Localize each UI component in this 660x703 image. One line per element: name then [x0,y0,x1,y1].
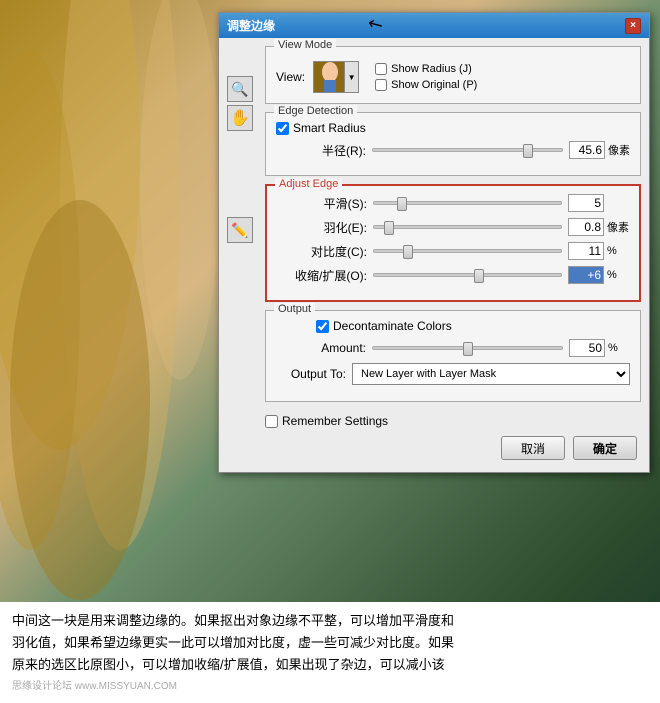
adjust-edge-dialog: 调整边缘 × 🔍 ✋ ✏️ View Mode View: [218,12,650,473]
show-original-row: Show Original (P) [375,79,477,91]
decontaminate-row: Decontaminate Colors [276,319,630,333]
smooth-value[interactable]: 5 [568,194,604,212]
view-mode-row: View: ▼ [276,61,630,93]
radius-label: 半径(R): [276,142,366,159]
bottom-text-line3: 原来的选区比原图小，可以增加收缩/扩展值，如果出现了杂边，可以减小该 [12,657,445,672]
feather-label: 羽化(E): [277,219,367,236]
amount-value[interactable]: 50 [569,339,605,357]
feather-thumb[interactable] [384,221,394,235]
close-button[interactable]: × [625,18,641,34]
contrast-thumb[interactable] [403,245,413,259]
watermark: 思缘设计论坛 www.MISSYUAN.COM [12,678,648,695]
amount-row: Amount: 50 % [276,339,630,357]
dialog-title: 调整边缘 [227,17,275,34]
contrast-row: 对比度(C): 11 % [277,242,629,260]
smooth-thumb[interactable] [397,197,407,211]
contrast-unit: % [607,245,629,257]
output-section: Output Decontaminate Colors Amount: 50 % [265,310,641,402]
smooth-slider[interactable] [373,201,562,205]
view-thumbnail[interactable] [313,61,345,93]
remember-settings-checkbox[interactable] [265,415,278,428]
show-original-checkbox[interactable] [375,79,387,91]
edge-detection-label: Edge Detection [274,105,357,117]
view-mode-label: View Mode [274,39,336,51]
output-to-label: Output To: [276,367,346,381]
output-to-select[interactable]: New Layer with Layer Mask Selection Laye… [352,363,630,385]
radius-value[interactable]: 45.6 [569,141,605,159]
decontaminate-checkbox[interactable] [316,320,329,333]
expand-value[interactable]: +6 [568,266,604,284]
edge-brush-tool[interactable]: ✏️ [227,217,253,243]
show-radius-label: Show Radius (J) [391,63,472,75]
adjust-edge-label: Adjust Edge [275,178,342,190]
expand-slider[interactable] [373,273,562,277]
smart-radius-label: Smart Radius [293,121,366,135]
smooth-label: 平滑(S): [277,195,367,212]
amount-label: Amount: [276,341,366,355]
amount-slider[interactable] [372,346,563,350]
radius-slider[interactable] [372,148,563,152]
dialog-titlebar: 调整边缘 × [219,13,649,38]
thumbnail-preview [314,62,345,93]
show-original-label: Show Original (P) [391,79,477,91]
output-label: Output [274,303,315,315]
feather-unit: 像素 [607,219,629,235]
feather-row: 羽化(E): 0.8 像素 [277,218,629,236]
expand-label: 收缩/扩展(O): [277,267,367,284]
contrast-slider[interactable] [373,249,562,253]
bottom-text-area: 中间这一块是用来调整边缘的。如果抠出对象边缘不平整，可以增加平滑度和 羽化值，如… [0,602,660,703]
bottom-text-line1: 中间这一块是用来调整边缘的。如果抠出对象边缘不平整，可以增加平滑度和 [12,613,454,628]
expand-unit: % [607,269,629,281]
cancel-button[interactable]: 取消 [501,436,565,460]
hand-tool[interactable]: ✋ [227,105,253,131]
contrast-value[interactable]: 11 [568,242,604,260]
expand-thumb[interactable] [474,269,484,283]
decontaminate-label: Decontaminate Colors [333,319,452,333]
magnify-tool[interactable]: 🔍 [227,76,253,102]
adjust-edge-section: Adjust Edge 平滑(S): 5 羽化(E): [265,184,641,302]
view-dropdown-button[interactable]: ▼ [345,61,359,93]
view-text-label: View: [276,70,305,84]
expand-row: 收缩/扩展(O): +6 % [277,266,629,284]
view-mode-section: View Mode View: ▼ [265,46,641,104]
amount-thumb[interactable] [463,342,473,356]
contrast-label: 对比度(C): [277,243,367,260]
bottom-text-line2: 羽化值，如果希望边缘更实一此可以增加对比度，虚一些可减少对比度。如果 [12,635,454,650]
smooth-row: 平滑(S): 5 [277,194,629,212]
feather-slider[interactable] [373,225,562,229]
view-checkboxes: Show Radius (J) Show Original (P) [375,63,477,91]
amount-unit: % [608,342,630,354]
radius-thumb[interactable] [523,144,533,158]
edge-detection-section: Edge Detection Smart Radius 半径(R): 45.6 … [265,112,641,176]
show-radius-checkbox[interactable] [375,63,387,75]
radius-unit: 像素 [608,142,630,158]
output-to-row: Output To: New Layer with Layer Mask Sel… [276,363,630,385]
view-thumbnail-container: ▼ [313,61,359,93]
feather-value[interactable]: 0.8 [568,218,604,236]
show-radius-row: Show Radius (J) [375,63,477,75]
remember-settings-row: Remember Settings [265,410,641,432]
button-row: 取消 确定 [265,432,641,464]
remember-settings-label: Remember Settings [282,414,388,428]
ok-button[interactable]: 确定 [573,436,637,460]
smart-radius-row: Smart Radius [276,121,630,135]
smart-radius-checkbox[interactable] [276,122,289,135]
radius-row: 半径(R): 45.6 像素 [276,141,630,159]
